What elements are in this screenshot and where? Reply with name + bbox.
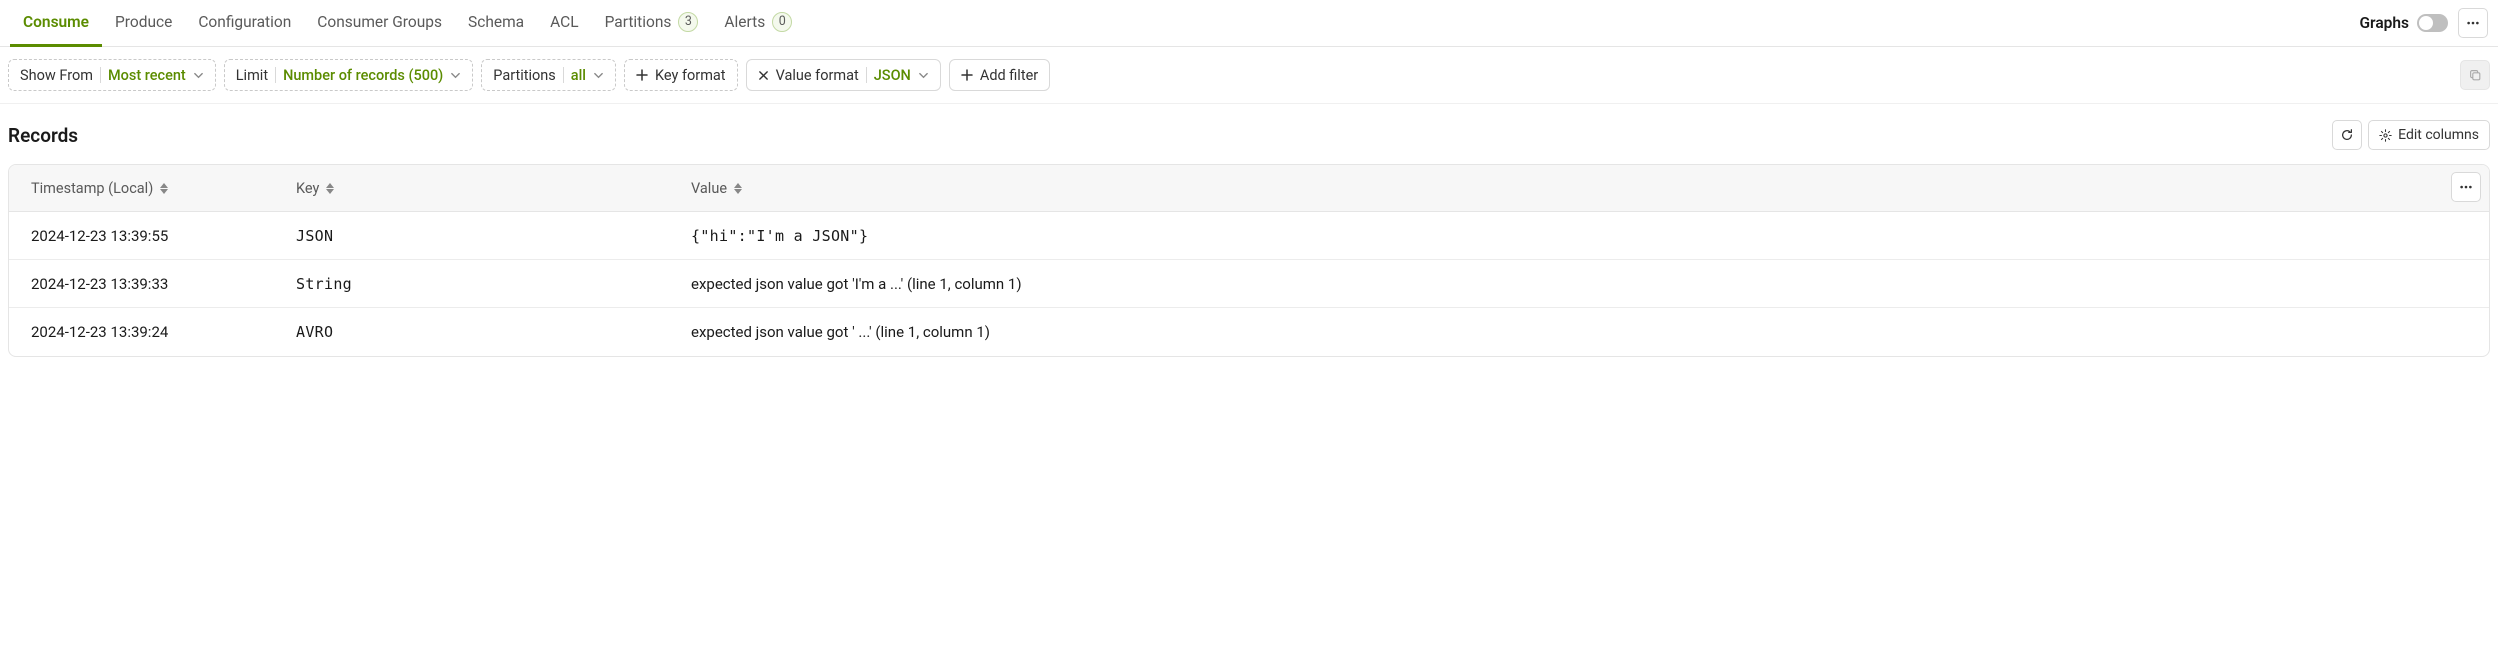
cell-key: JSON — [274, 227, 669, 245]
table-row[interactable]: 2024-12-23 13:39:33 String expected json… — [9, 260, 2489, 308]
cell-timestamp: 2024-12-23 13:39:33 — [9, 275, 274, 293]
table-row[interactable]: 2024-12-23 13:39:24 AVRO expected json v… — [9, 308, 2489, 356]
copy-button[interactable] — [2460, 60, 2490, 90]
cell-key: AVRO — [274, 323, 669, 341]
tab-label: Consumer Groups — [317, 13, 442, 31]
row-actions-button[interactable] — [2451, 172, 2481, 202]
tab-partitions[interactable]: Partitions 3 — [592, 0, 712, 47]
tab-label: Configuration — [198, 13, 291, 31]
tab-produce[interactable]: Produce — [102, 0, 185, 47]
filter-value: Most recent — [108, 67, 186, 84]
button-label: Edit columns — [2398, 127, 2479, 143]
filter-label: Show From — [20, 67, 93, 84]
cell-key: String — [274, 275, 669, 293]
records-title: Records — [8, 124, 78, 147]
tab-label: Partitions — [605, 13, 672, 31]
more-button[interactable] — [2458, 8, 2488, 38]
tab-consumer-groups[interactable]: Consumer Groups — [304, 0, 455, 47]
alerts-count-badge: 0 — [772, 12, 792, 32]
filter-value: JSON — [874, 67, 911, 84]
edit-columns-button[interactable]: Edit columns — [2368, 120, 2490, 150]
tab-configuration[interactable]: Configuration — [185, 0, 304, 47]
sort-icon — [734, 183, 742, 194]
chevron-down-icon — [918, 70, 929, 81]
filter-limit[interactable]: Limit Number of records (500) — [224, 59, 474, 91]
filter-partitions[interactable]: Partitions all — [481, 59, 616, 91]
records-table: Timestamp (Local) Key Value — [8, 164, 2490, 357]
graphs-switch[interactable] — [2417, 14, 2448, 32]
add-filter-button[interactable]: Add filter — [949, 59, 1050, 91]
sort-icon — [326, 183, 334, 194]
gear-icon — [2379, 129, 2392, 142]
column-label: Key — [296, 180, 319, 197]
tab-schema[interactable]: Schema — [455, 0, 537, 47]
more-horizontal-icon — [2459, 180, 2473, 194]
chevron-down-icon — [193, 70, 204, 81]
chevron-down-icon — [593, 70, 604, 81]
column-header-value[interactable]: Value — [669, 180, 2489, 197]
graphs-label: Graphs — [2359, 14, 2409, 32]
graphs-toggle: Graphs — [2359, 14, 2448, 32]
records-header: Records Edit columns — [0, 104, 2498, 164]
cell-value: expected json value got ' ...' (line 1, … — [669, 323, 2489, 341]
tab-label: Produce — [115, 13, 172, 31]
tab-label: Schema — [468, 13, 524, 31]
tab-label: Consume — [23, 13, 89, 31]
divider — [866, 67, 867, 83]
plus-icon — [636, 69, 648, 81]
filters-bar: Show From Most recent Limit Number of re… — [0, 47, 2498, 104]
divider — [275, 67, 276, 83]
tab-alerts[interactable]: Alerts 0 — [711, 0, 805, 47]
table-row[interactable]: 2024-12-23 13:39:55 JSON {"hi":"I'm a JS… — [9, 212, 2489, 260]
column-header-key[interactable]: Key — [274, 180, 669, 197]
tab-consume[interactable]: Consume — [10, 0, 102, 47]
cell-value: expected json value got 'I'm a ...' (lin… — [669, 275, 2489, 293]
cell-timestamp: 2024-12-23 13:39:55 — [9, 227, 274, 245]
more-horizontal-icon — [2466, 16, 2480, 30]
cell-value: {"hi":"I'm a JSON"} — [669, 227, 2489, 245]
refresh-button[interactable] — [2332, 120, 2362, 150]
column-label: Value — [691, 180, 727, 197]
filter-key-format[interactable]: Key format — [624, 59, 738, 91]
plus-icon — [961, 69, 973, 81]
filter-value: all — [571, 67, 586, 84]
column-header-timestamp[interactable]: Timestamp (Local) — [9, 180, 274, 197]
cell-timestamp: 2024-12-23 13:39:24 — [9, 323, 274, 341]
column-label: Timestamp (Local) — [31, 180, 153, 197]
filter-value-format[interactable]: Value format JSON — [746, 59, 941, 91]
chevron-down-icon — [450, 70, 461, 81]
copy-icon — [2468, 68, 2482, 82]
refresh-icon — [2340, 128, 2354, 142]
tab-label: ACL — [550, 13, 578, 31]
filter-label: Limit — [236, 67, 268, 84]
tab-acl[interactable]: ACL — [537, 0, 591, 47]
divider — [563, 67, 564, 83]
close-icon[interactable] — [758, 70, 769, 81]
tabs-bar: Consume Produce Configuration Consumer G… — [0, 0, 2498, 47]
filter-label: Value format — [776, 67, 859, 84]
filter-label: Add filter — [980, 67, 1038, 84]
partitions-count-badge: 3 — [678, 12, 698, 32]
filter-label: Partitions — [493, 67, 556, 84]
table-header: Timestamp (Local) Key Value — [9, 165, 2489, 212]
filter-show-from[interactable]: Show From Most recent — [8, 59, 216, 91]
filter-label: Key format — [655, 67, 726, 84]
tab-label: Alerts — [724, 13, 765, 31]
sort-icon — [160, 183, 168, 194]
divider — [100, 67, 101, 83]
filter-value: Number of records (500) — [283, 67, 443, 84]
